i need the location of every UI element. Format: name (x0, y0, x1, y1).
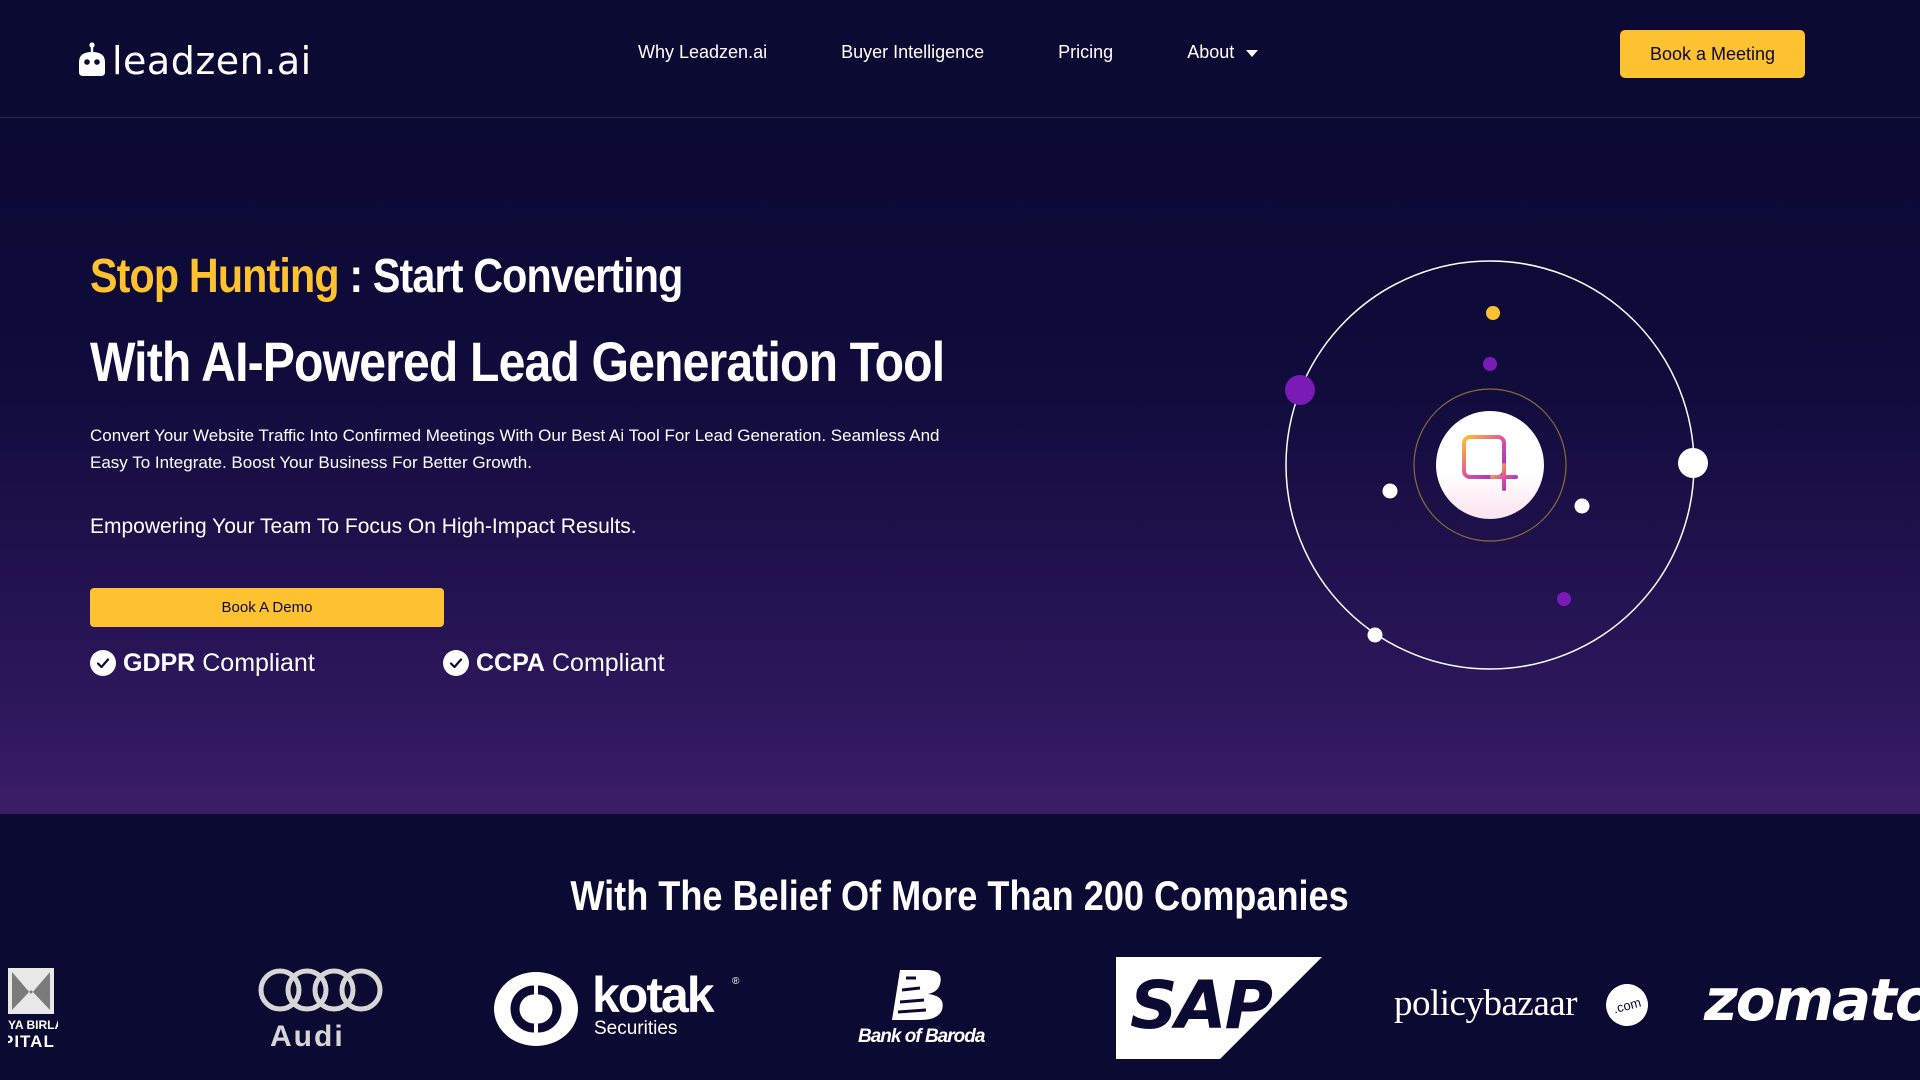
orbit-dot (1483, 357, 1497, 371)
brand-name: leadzen.ai (112, 39, 312, 83)
orbit-dot (1574, 498, 1590, 514)
logo-text: YA BIRLA (8, 1018, 58, 1032)
add-frame-icon (1458, 431, 1522, 500)
book-meeting-button[interactable]: Book a Meeting (1620, 30, 1805, 78)
logo-text: kotak (592, 967, 715, 1023)
aditya-birla-mark-icon (8, 968, 54, 1014)
nav-item-label: Buyer Intelligence (841, 41, 985, 62)
hero-tagline: Empowering Your Team To Focus On High-Im… (90, 515, 637, 538)
compliance-name: GDPR (123, 649, 196, 677)
logo-text: Bank of Baroda (858, 1026, 985, 1047)
orbit-dot (1486, 306, 1500, 320)
logo-text: SAP (1130, 967, 1273, 1044)
kotak-mark-icon (494, 972, 578, 1046)
center-feature-icon (1436, 411, 1544, 519)
client-logos-title: With The Belief Of More Than 200 Compani… (570, 872, 1350, 919)
nav-item-label: Pricing (1058, 41, 1114, 62)
policybazaar-logo: policybazaar .com (1394, 979, 1653, 1032)
check-circle-icon (443, 650, 469, 676)
orbit-dot (1678, 448, 1708, 478)
compliance-suffix: Compliant (551, 649, 665, 677)
orbit-dot (1557, 592, 1571, 606)
orbit-dot (1285, 375, 1315, 405)
logo-text: PITAL (8, 1032, 55, 1050)
logo-text: Audi (270, 1020, 345, 1053)
hero-headline: Stop Hunting : Start Converting (90, 247, 683, 307)
headline-accent: Stop Hunting (90, 250, 340, 303)
caret-down-icon (1246, 49, 1259, 57)
compliance-suffix: Compliant (202, 649, 315, 677)
aditya-birla-capital-logo: YA BIRLA PITAL (8, 968, 58, 1050)
compliance-name: CCPA (476, 649, 545, 677)
check-circle-icon (90, 650, 116, 676)
sap-logo: SAP (1116, 957, 1322, 1059)
logo-badge: .com (1601, 979, 1653, 1031)
nav-item-label: About (1187, 41, 1235, 62)
ccpa-compliance-badge: CCPA Compliant (443, 648, 665, 678)
book-demo-button[interactable]: Book A Demo (90, 588, 444, 627)
gdpr-compliance-badge: GDPR Compliant (90, 648, 315, 678)
headline-rest: : Start Converting (338, 250, 683, 303)
orbit-dot (1367, 627, 1383, 643)
hero-description-line-2: Easy To Integrate. Boost Your Business F… (90, 453, 532, 472)
site-header: leadzen.ai Why Leadzen.ai Buyer Intellig… (0, 0, 1920, 118)
bank-of-baroda-logo: Bank of Baroda (856, 966, 986, 1056)
hero-subheadline: With AI-Powered Lead Generation Tool (90, 330, 945, 393)
hero-description: Convert Your Website Traffic Into Confir… (90, 422, 1010, 476)
logo-text: ® (732, 976, 740, 987)
nav-item-about[interactable]: About (1187, 41, 1259, 63)
baroda-mark-icon (892, 970, 943, 1020)
logo-text: policybazaar (1394, 983, 1578, 1024)
hero-description-line-1: Convert Your Website Traffic Into Confir… (90, 426, 940, 445)
nav-item-label: Why Leadzen.ai (638, 41, 768, 62)
zomato-logo: zomato (1704, 966, 1920, 1034)
brand-logo[interactable]: leadzen.ai (76, 38, 312, 84)
nav-item-buyer-intelligence[interactable]: Buyer Intelligence (841, 42, 984, 63)
logo-text: Securities (594, 1018, 678, 1039)
main-nav: Why Leadzen.ai Buyer Intelligence Pricin… (638, 38, 1259, 66)
audi-logo: Audi (256, 966, 386, 1056)
nav-item-why-leadzen[interactable]: Why Leadzen.ai (638, 42, 767, 63)
client-logos-section: With The Belief Of More Than 200 Compani… (0, 814, 1920, 1080)
robot-logo-icon (76, 40, 108, 82)
audi-rings-icon (258, 968, 383, 1012)
kotak-securities-logo: kotak ® Securities (492, 967, 750, 1050)
nav-item-pricing[interactable]: Pricing (1058, 42, 1113, 63)
orbit-dot (1382, 483, 1398, 499)
